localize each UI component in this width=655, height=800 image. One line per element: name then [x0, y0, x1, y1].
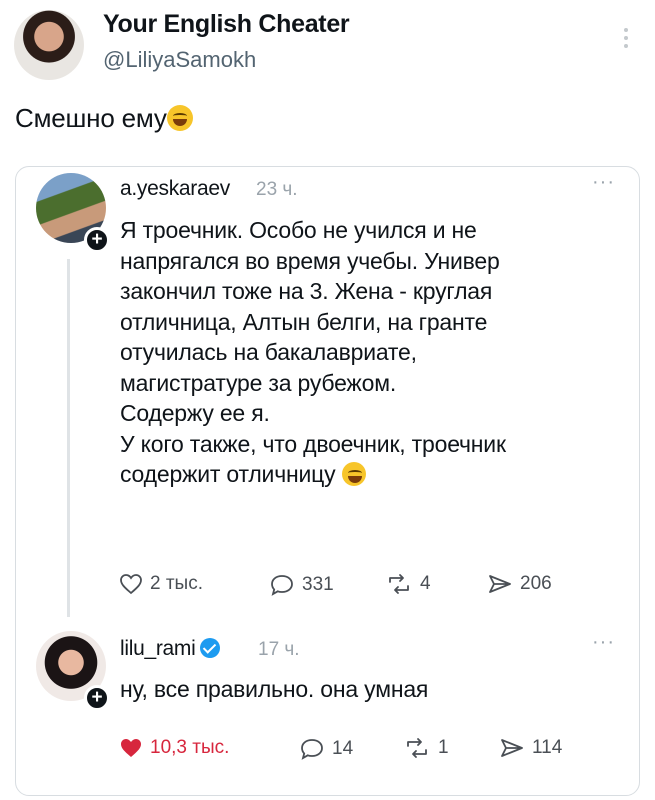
post-body: Я троечник. Особо не учился и не напряга…: [120, 215, 620, 490]
send-icon: [501, 739, 523, 757]
post-line: напрягался во время учебы. Универ: [120, 247, 500, 274]
comment-icon: [271, 575, 293, 596]
post-line: У кого также, что двоечник, троечник: [120, 430, 506, 457]
share-button[interactable]: 206: [487, 573, 552, 595]
repost-icon: [389, 574, 409, 594]
tweet-text-content: Смешно ему: [15, 103, 167, 133]
reply-username-text: lilu_rami: [120, 637, 196, 660]
laughing-emoji-icon: [166, 105, 193, 131]
post-line: отучилась на бакалавриате,: [120, 339, 417, 365]
follow-plus-icon[interactable]: +: [84, 227, 110, 253]
heart-icon: [120, 574, 142, 595]
thread-line: [67, 259, 70, 617]
reply-share-button[interactable]: 114: [499, 737, 562, 759]
post-username[interactable]: a.yeskaraev: [120, 177, 230, 201]
tweet-text: Смешно ему: [15, 103, 193, 134]
send-icon: [489, 575, 511, 593]
post-line: содержит отличницу: [120, 459, 620, 490]
reply-repost-count: 1: [438, 737, 449, 758]
comment-count: 331: [302, 574, 334, 595]
like-count: 2 тыс.: [150, 573, 203, 594]
reply-like-button[interactable]: 10,3 тыс.: [119, 737, 229, 759]
reply-repost-button[interactable]: 1: [403, 737, 449, 759]
reply-like-count: 10,3 тыс.: [150, 737, 230, 758]
repost-button[interactable]: 4: [385, 573, 431, 595]
post-line: закончил тоже на 3. Жена - круглая: [120, 278, 493, 304]
heart-filled-icon: [121, 739, 141, 757]
post-menu-icon[interactable]: ···: [592, 171, 615, 194]
follow-plus-icon[interactable]: +: [84, 685, 110, 711]
reply-comment-count: 14: [332, 738, 354, 759]
post-time: 23 ч.: [256, 179, 298, 200]
reply-username[interactable]: lilu_rami: [120, 637, 220, 661]
reply-comment-button[interactable]: 14: [299, 737, 353, 761]
reply-menu-icon[interactable]: ···: [592, 631, 615, 654]
share-count: 206: [520, 573, 552, 594]
reply-text: ну, все правильно. она умная: [120, 676, 429, 702]
repost-icon: [407, 738, 427, 758]
post-line: Содержу ее я.: [120, 400, 270, 426]
laughing-emoji-icon: [341, 462, 366, 486]
reply-share-count: 114: [532, 737, 563, 758]
author-name[interactable]: Your English Cheater: [103, 10, 350, 39]
post-line: Я троечник. Особо не учился и не: [120, 217, 477, 243]
post-line: отличница, Алтын белги, на гранте: [120, 308, 488, 335]
quoted-media-card[interactable]: + a.yeskaraev 23 ч. ··· Я троечник. Особ…: [15, 166, 640, 796]
post-line-text: содержит отличницу: [120, 461, 336, 487]
author-avatar[interactable]: [14, 10, 84, 80]
verified-badge-icon: [199, 638, 220, 658]
like-button[interactable]: 2 тыс.: [119, 573, 203, 595]
repost-count: 4: [420, 573, 431, 594]
post-line: магистратуре за рубежом.: [120, 369, 397, 396]
author-handle[interactable]: @LiliyaSamokh: [103, 47, 256, 73]
comment-button[interactable]: 331: [269, 573, 334, 597]
comment-icon: [301, 739, 323, 760]
reply-time: 17 ч.: [258, 639, 300, 660]
more-options-icon[interactable]: [622, 28, 630, 52]
